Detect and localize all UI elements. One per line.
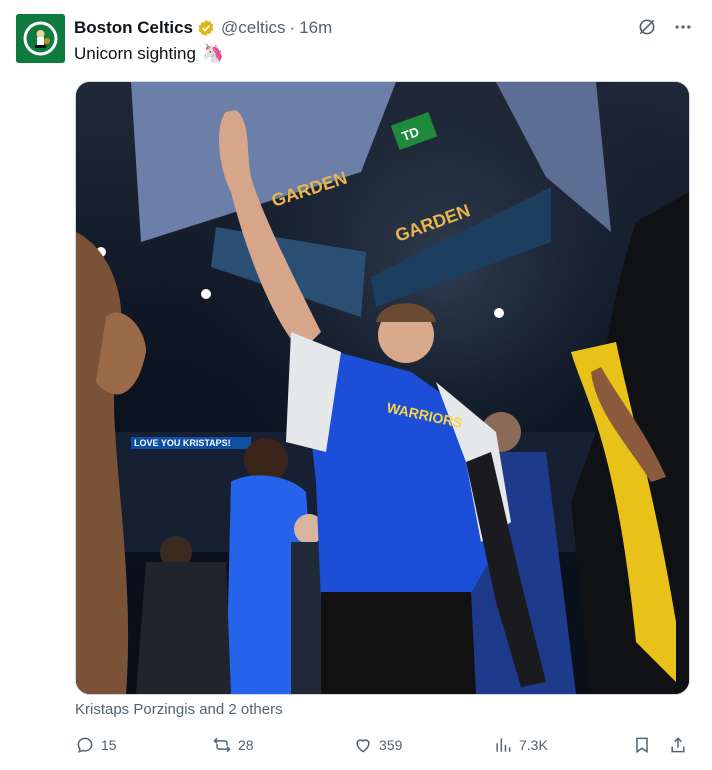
more-icon[interactable] — [672, 16, 694, 38]
reply-button[interactable]: 15 — [75, 733, 117, 757]
unicorn-emoji: 🦄 — [201, 43, 225, 63]
tweet-photo[interactable]: GARDEN GARDEN TD LOVE YOU KRISTAPS! WARR… — [75, 81, 690, 695]
top-actions — [636, 16, 694, 38]
share-button[interactable] — [668, 733, 688, 757]
grok-icon[interactable] — [636, 16, 658, 38]
tweet-text: Unicorn sighting 🦄 — [74, 43, 224, 64]
side-banner-text: LOVE YOU KRISTAPS! — [134, 438, 231, 448]
arena-photo: GARDEN GARDEN TD LOVE YOU KRISTAPS! WARR… — [76, 82, 689, 694]
views-icon — [496, 738, 511, 752]
bookmark-button[interactable] — [632, 733, 652, 757]
like-icon — [356, 739, 370, 753]
views-button[interactable]: 7.3K — [493, 733, 548, 757]
repost-icon — [213, 737, 231, 753]
tagged-people[interactable]: Kristaps Porzingis and 2 others — [75, 701, 283, 718]
reply-count: 15 — [101, 737, 117, 753]
like-button[interactable]: 359 — [353, 733, 402, 757]
reply-icon — [77, 737, 93, 753]
tagged-people-label: Kristaps Porzingis and 2 others — [75, 701, 283, 718]
repost-count: 28 — [238, 737, 254, 753]
share-icon — [671, 737, 685, 753]
display-name[interactable]: Boston Celtics — [74, 18, 193, 38]
avatar[interactable] — [16, 14, 65, 63]
handle[interactable]: @celtics — [221, 18, 286, 38]
tweet-header: Boston Celtics @celtics · 16m — [74, 17, 332, 39]
verified-badge-icon — [198, 19, 214, 37]
celtics-logo-icon — [16, 14, 65, 63]
action-bar: 15 28 359 7.3K — [75, 733, 689, 757]
views-count: 7.3K — [519, 737, 548, 753]
tweet-text-content: Unicorn sighting — [74, 43, 196, 63]
bookmark-icon — [636, 737, 648, 754]
like-count: 359 — [379, 737, 403, 753]
timestamp[interactable]: 16m — [299, 18, 332, 38]
repost-button[interactable]: 28 — [212, 733, 254, 757]
separator-dot: · — [289, 18, 296, 37]
